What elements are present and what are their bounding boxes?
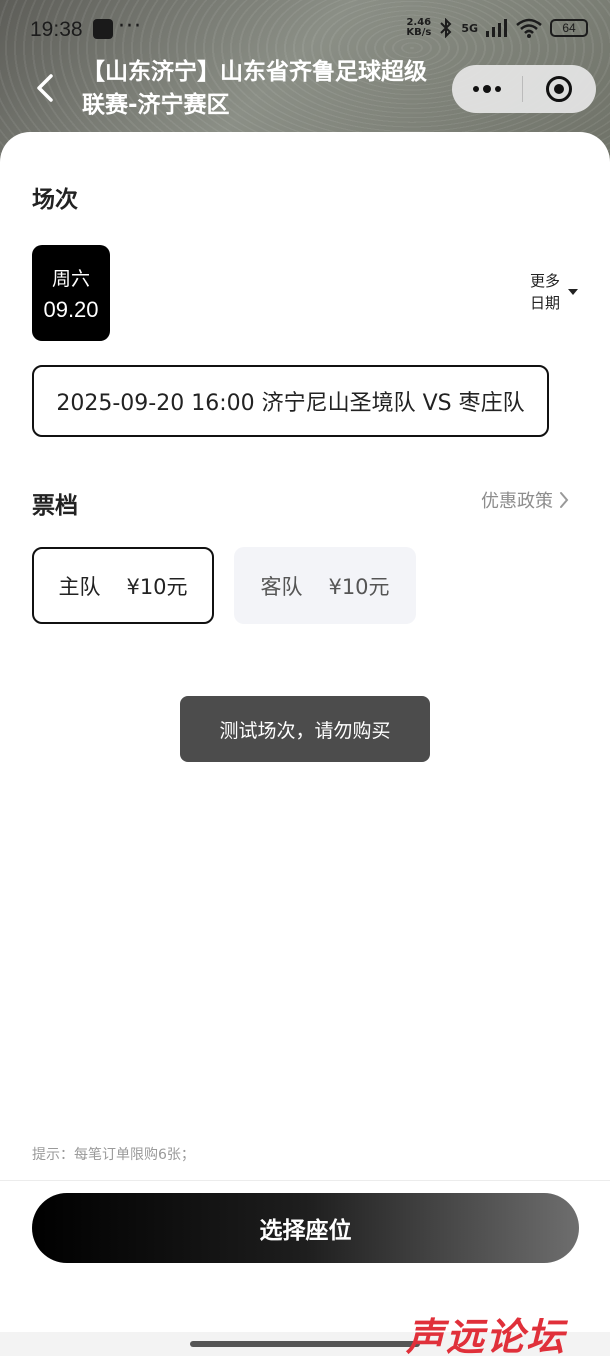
- home-indicator[interactable]: [190, 1341, 420, 1347]
- ticket-tier-name: 主队: [58, 574, 101, 599]
- toast-text: 测试场次，请勿购买: [219, 719, 391, 742]
- target-icon: [546, 76, 572, 102]
- ticket-tier-away[interactable]: 客队 ¥10元: [234, 547, 416, 624]
- more-dates-button[interactable]: 更多 日期: [530, 270, 578, 314]
- discount-policy-label: 优惠政策: [481, 491, 553, 512]
- ticket-tier-name: 客队: [260, 574, 303, 599]
- ticket-tier-price: ¥10元: [126, 574, 188, 599]
- content-sheet: 场次 周六 09.20 更多 日期 2025-09-20 16:00 济宁尼山圣…: [0, 132, 610, 1332]
- date-card-weekday: 周六: [51, 267, 90, 290]
- ticket-tier-price: ¥10元: [328, 574, 390, 599]
- chevron-left-icon: [37, 74, 53, 102]
- battery-level: 64: [562, 21, 576, 35]
- miniapp-capsule: [452, 65, 596, 113]
- session-section-title: 场次: [32, 187, 78, 213]
- status-more-icon: ···: [118, 14, 142, 39]
- select-seat-button[interactable]: 选择座位: [32, 1193, 579, 1263]
- signal-icon: [486, 19, 507, 37]
- ticket-tier-home[interactable]: 主队 ¥10元: [32, 547, 214, 624]
- back-button[interactable]: [30, 70, 60, 106]
- more-dots-icon[interactable]: [452, 65, 522, 113]
- more-dates-line2: 日期: [530, 294, 561, 312]
- status-bar: 19:38 ··· 2.46 KB/s 5G 64: [0, 0, 610, 62]
- status-icons: 2.46 KB/s 5G 64: [406, 18, 588, 38]
- chevron-right-icon: [560, 492, 569, 508]
- select-seat-label: 选择座位: [259, 1218, 352, 1244]
- watermark-logo: 声远论坛: [406, 1315, 567, 1356]
- bluetooth-icon: [440, 18, 452, 38]
- date-card-selected[interactable]: 周六 09.20: [32, 245, 110, 341]
- close-miniapp-button[interactable]: [523, 65, 595, 113]
- session-label: 2025-09-20 16:00 济宁尼山圣境队 VS 枣庄队: [56, 391, 525, 416]
- toast-message: 测试场次，请勿购买: [180, 696, 430, 762]
- discount-policy-link[interactable]: 优惠政策: [481, 487, 569, 513]
- network-speed: 2.46 KB/s: [406, 18, 431, 38]
- page-title: 【山东济宁】山东省齐鲁足球超级联赛-济宁赛区: [82, 59, 427, 118]
- purchase-limit-tip: 提示：每笔订单限购6张；: [32, 1147, 195, 1163]
- status-time: 19:38: [30, 18, 83, 41]
- date-card-date: 09.20: [43, 296, 99, 322]
- wifi-icon: [516, 18, 542, 38]
- more-dates-line1: 更多: [530, 272, 561, 290]
- app-notification-icon: [93, 19, 113, 39]
- caret-down-icon: [568, 289, 578, 295]
- footer-divider: [0, 1180, 610, 1181]
- battery-icon: 64: [550, 19, 588, 37]
- session-option-selected[interactable]: 2025-09-20 16:00 济宁尼山圣境队 VS 枣庄队: [32, 365, 549, 437]
- network-speed-unit: KB/s: [406, 27, 432, 38]
- network-type: 5G: [461, 21, 478, 35]
- ticket-section-title: 票档: [32, 493, 78, 519]
